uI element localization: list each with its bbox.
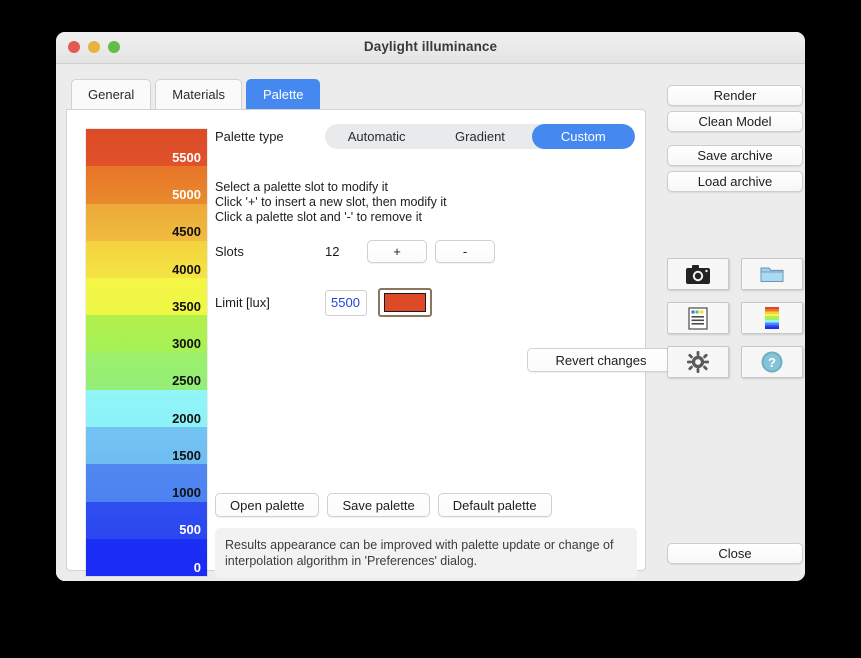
segment-automatic[interactable]: Automatic (325, 124, 428, 149)
palette-slot[interactable]: 3500 (86, 278, 207, 316)
palette-controls: Palette type Automatic Gradient Custom S… (215, 110, 675, 578)
palette-panel: 5500 5000 4500 4000 3500 3000 2500 2000 1500 1000… (66, 109, 675, 578)
info-banner-line-1: Results appearance can be improved with … (225, 538, 614, 552)
palette-slot[interactable]: 5500 (86, 129, 207, 167)
revert-changes-button[interactable]: Revert changes (527, 348, 675, 372)
palette-slot[interactable]: 4000 (86, 240, 207, 278)
palette-slot[interactable]: 5000 (86, 166, 207, 204)
hint-line-2: Click '+' to insert a new slot, then mod… (215, 195, 447, 209)
palette-slot-label: 1000 (172, 485, 201, 501)
palette-slot-label: 2000 (172, 410, 201, 426)
window-titlebar: Daylight illuminance (56, 32, 805, 64)
tab-general[interactable]: General (71, 79, 152, 109)
settings-button[interactable] (667, 346, 729, 378)
limit-label: Limit [lux] (215, 295, 270, 310)
segment-gradient[interactable]: Gradient (428, 124, 531, 149)
palette-slot-label: 500 (179, 522, 201, 538)
open-palette-button[interactable]: Open palette (215, 493, 320, 517)
add-slot-button[interactable]: + (367, 240, 427, 263)
remove-slot-button[interactable]: - (435, 240, 495, 263)
close-button[interactable]: Close (667, 543, 803, 564)
settings-gear-icon (687, 351, 709, 373)
palette-icon-band (765, 327, 779, 329)
hint-line-3: Click a palette slot and '-' to remove i… (215, 210, 422, 224)
tab-palette[interactable]: Palette (246, 79, 321, 109)
limit-row: Limit [lux] 5500 (215, 288, 432, 317)
palette-slot-label: 3500 (172, 298, 201, 314)
palette-slot-label: 4000 (172, 261, 201, 277)
palette-button[interactable] (741, 302, 803, 334)
report-button[interactable] (667, 302, 729, 334)
palette-slot-label: 0 (193, 559, 201, 575)
palette-slot[interactable]: 3000 (86, 315, 207, 353)
palette-slot-label: 5500 (172, 149, 201, 165)
palette-slot[interactable]: 2000 (86, 389, 207, 427)
default-palette-button[interactable]: Default palette (437, 493, 552, 517)
palette-type-label: Palette type (215, 129, 284, 144)
sidebar-item-render[interactable]: Render (667, 85, 803, 106)
palette-slot-label: 2500 (172, 373, 201, 389)
limit-input[interactable]: 5500 (325, 289, 367, 316)
slots-label: Slots (215, 244, 244, 259)
info-banner: Results appearance can be improved with … (215, 528, 637, 578)
palette-slot[interactable]: 0 (86, 538, 207, 576)
limit-color-swatch-fill (384, 293, 426, 312)
sidebar-item-load-archive[interactable]: Load archive (667, 171, 803, 192)
palette-slot-label: 4500 (172, 224, 201, 240)
palette-slot[interactable]: 1500 (86, 427, 207, 465)
palette-slot[interactable]: 2500 (86, 352, 207, 390)
tab-bar: General Materials Palette (66, 76, 656, 109)
slots-row: Slots 12 + - (215, 240, 503, 263)
palette-type-segmented-control[interactable]: Automatic Gradient Custom (325, 124, 635, 149)
info-banner-line-2: interpolation algorithm in 'Preferences'… (225, 554, 478, 568)
help-icon: ? (761, 351, 783, 373)
window-body: General Materials Palette 5500 5000 4500 40… (56, 64, 805, 581)
palette-slot-label: 3000 (172, 336, 201, 352)
sidebar-icon-grid: ? (667, 258, 803, 378)
palette-slot[interactable]: 1000 (86, 464, 207, 502)
main-column: General Materials Palette 5500 5000 4500 40… (56, 64, 675, 581)
palette-slot[interactable]: 4500 (86, 203, 207, 241)
save-palette-button[interactable]: Save palette (327, 493, 430, 517)
palette-slot-label: 5000 (172, 187, 201, 203)
limit-color-swatch[interactable] (378, 288, 432, 317)
camera-icon (686, 264, 710, 284)
dialog-window: Daylight illuminance General Materials P… (56, 32, 805, 581)
tab-materials[interactable]: Materials (155, 79, 242, 109)
hints-text: Select a palette slot to modify it Click… (215, 180, 447, 225)
hint-line-1: Select a palette slot to modify it (215, 180, 389, 194)
svg-text:?: ? (768, 355, 776, 370)
report-icon (688, 306, 708, 330)
camera-button[interactable] (667, 258, 729, 290)
palette-icon (765, 307, 779, 329)
sidebar-item-clean-model[interactable]: Clean Model (667, 111, 803, 132)
sidebar: Render Clean Model Save archive Load arc… (656, 64, 805, 581)
open-folder-button[interactable] (741, 258, 803, 290)
palette-slot-label: 1500 (172, 447, 201, 463)
folder-icon (760, 267, 783, 282)
sidebar-item-save-archive[interactable]: Save archive (667, 145, 803, 166)
palette-type-row: Palette type Automatic Gradient Custom (215, 124, 635, 149)
help-button[interactable]: ? (741, 346, 803, 378)
palette-slot[interactable]: 500 (86, 501, 207, 539)
window-title: Daylight illuminance (363, 39, 498, 54)
palette-file-buttons: Open palette Save palette Default palett… (215, 493, 552, 517)
palette-strip: 5500 5000 4500 4000 3500 3000 2500 2000 1500 1000… (85, 128, 208, 577)
slots-count-value: 12 (325, 244, 340, 259)
segment-custom[interactable]: Custom (531, 124, 635, 149)
